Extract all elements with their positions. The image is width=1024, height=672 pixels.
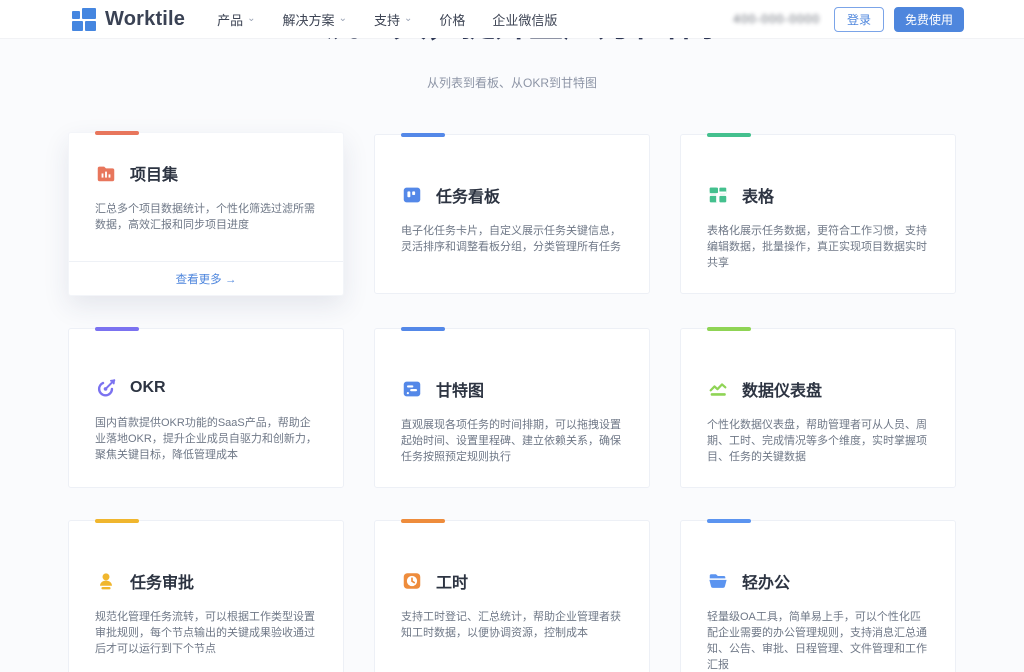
card-description: 国内首款提供OKR功能的SaaS产品，帮助企业落地OKR，提升企业成员自驱力和创… (95, 415, 317, 463)
chevron-down-icon: ⌄ (404, 13, 412, 24)
card-title: 任务审批 (130, 569, 194, 593)
card-project-portfolio[interactable]: 项目集 汇总多个项目数据统计，个性化筛选过滤所需数据，高效汇报和同步项目进度 查… (68, 132, 344, 296)
card-table[interactable]: 表格 表格化展示任务数据，更符合工作习惯，支持编辑数据，批量操作，真正实现项目数… (680, 134, 956, 294)
nav-item-label: 价格 (439, 10, 465, 29)
card-approval[interactable]: 任务审批 规范化管理任务流转，可以根据工作类型设置审批规则，每个节点输出的关键成… (68, 520, 344, 672)
card-description: 表格化展示任务数据，更符合工作习惯，支持编辑数据，批量操作，真正实现项目数据实时… (707, 223, 929, 271)
nav-item-solutions[interactable]: 解决方案 ⌄ (283, 10, 347, 29)
top-navbar: Worktile 产品 ⌄ 解决方案 ⌄ 支持 ⌄ 价格 企业微信版 400-0… (0, 0, 1024, 38)
kanban-icon (401, 184, 423, 206)
nav-menu: 产品 ⌄ 解决方案 ⌄ 支持 ⌄ 价格 企业微信版 (217, 10, 557, 29)
card-kanban[interactable]: 任务看板 电子化任务卡片，自定义展示任务关键信息，灵活排序和调整看板分组，分类管… (374, 134, 650, 294)
nav-item-label: 支持 (374, 10, 400, 29)
feature-card-grid: 项目集 汇总多个项目数据统计，个性化筛选过滤所需数据，高效汇报和同步项目进度 查… (68, 134, 956, 672)
login-button[interactable]: 登录 (834, 7, 884, 32)
card-title: 项目集 (130, 161, 178, 185)
card-light-office[interactable]: 轻办公 轻量级OA工具，简单易上手，可以个性化匹配企业需要的办公管理规则，支持消… (680, 520, 956, 672)
nav-item-label: 产品 (217, 10, 243, 29)
card-gantt[interactable]: 甘特图 直观展现各项任务的时间排期，可以拖拽设置起始时间、设置里程碑、建立依赖关… (374, 328, 650, 488)
card-description: 支持工时登记、汇总统计，帮助企业管理者获知工时数据，以便协调资源，控制成本 (401, 609, 623, 641)
card-description: 轻量级OA工具，简单易上手，可以个性化匹配企业需要的办公管理规则，支持消息汇总通… (707, 609, 929, 672)
dashboard-icon (707, 378, 729, 400)
worktile-logo-icon (72, 8, 97, 31)
card-description: 汇总多个项目数据统计，个性化筛选过滤所需数据，高效汇报和同步项目进度 (95, 201, 317, 233)
section-subtitle: 从列表到看板、从OKR到甘特图 (0, 74, 1024, 92)
card-dashboard[interactable]: 数据仪表盘 个性化数据仪表盘，帮助管理者可从人员、周期、工时、完成情况等多个维度… (680, 328, 956, 488)
office-icon (707, 570, 729, 592)
card-title: 表格 (742, 183, 774, 207)
okr-icon (95, 377, 117, 399)
brand-name: Worktile (105, 8, 185, 31)
approval-icon (95, 570, 117, 592)
card-accent-bar (401, 519, 445, 523)
worktile-logo[interactable]: Worktile (72, 8, 185, 31)
card-accent-bar (707, 133, 751, 137)
card-title: 任务看板 (436, 183, 500, 207)
card-footer: 查看更多 → (69, 261, 343, 295)
chevron-down-icon: ⌄ (247, 13, 255, 24)
nav-item-wecom-edition[interactable]: 企业微信版 (492, 10, 557, 29)
chevron-down-icon: ⌄ (339, 13, 347, 24)
project-portfolio-icon (95, 162, 117, 184)
card-description: 个性化数据仪表盘，帮助管理者可从人员、周期、工时、完成情况等多个维度，实时掌握项… (707, 417, 929, 465)
card-accent-bar (95, 519, 139, 523)
card-accent-bar (95, 327, 139, 331)
nav-item-support[interactable]: 支持 ⌄ (374, 10, 412, 29)
timesheet-icon (401, 570, 423, 592)
card-okr[interactable]: OKR 国内首款提供OKR功能的SaaS产品，帮助企业落地OKR，提升企业成员自… (68, 328, 344, 488)
card-accent-bar (401, 133, 445, 137)
table-icon (707, 184, 729, 206)
card-title: OKR (130, 379, 166, 397)
card-description: 直观展现各项任务的时间排期，可以拖拽设置起始时间、设置里程碑、建立依赖关系，确保… (401, 417, 623, 465)
card-description: 规范化管理任务流转，可以根据工作类型设置审批规则，每个节点输出的关键成果验收通过… (95, 609, 317, 657)
phone-number-redacted: 400-000-0000 (733, 12, 820, 26)
gantt-icon (401, 378, 423, 400)
nav-item-label: 企业微信版 (492, 10, 557, 29)
card-title: 甘特图 (436, 377, 484, 401)
card-title: 工时 (436, 569, 468, 593)
nav-item-label: 解决方案 (283, 10, 335, 29)
card-title: 数据仪表盘 (742, 377, 822, 401)
card-timesheet[interactable]: 工时 支持工时登记、汇总统计，帮助企业管理者获知工时数据，以便协调资源，控制成本 (374, 520, 650, 672)
free-trial-button[interactable]: 免费使用 (894, 7, 964, 32)
card-description: 电子化任务卡片，自定义展示任务关键信息，灵活排序和调整看板分组，分类管理所有任务 (401, 223, 623, 255)
card-accent-bar (707, 327, 751, 331)
card-accent-bar (707, 519, 751, 523)
card-accent-bar (95, 131, 139, 135)
nav-item-products[interactable]: 产品 ⌄ (217, 10, 255, 29)
card-title: 轻办公 (742, 569, 790, 593)
nav-item-pricing[interactable]: 价格 (439, 10, 465, 29)
see-more-link[interactable]: 查看更多 → (176, 271, 237, 287)
card-accent-bar (401, 327, 445, 331)
